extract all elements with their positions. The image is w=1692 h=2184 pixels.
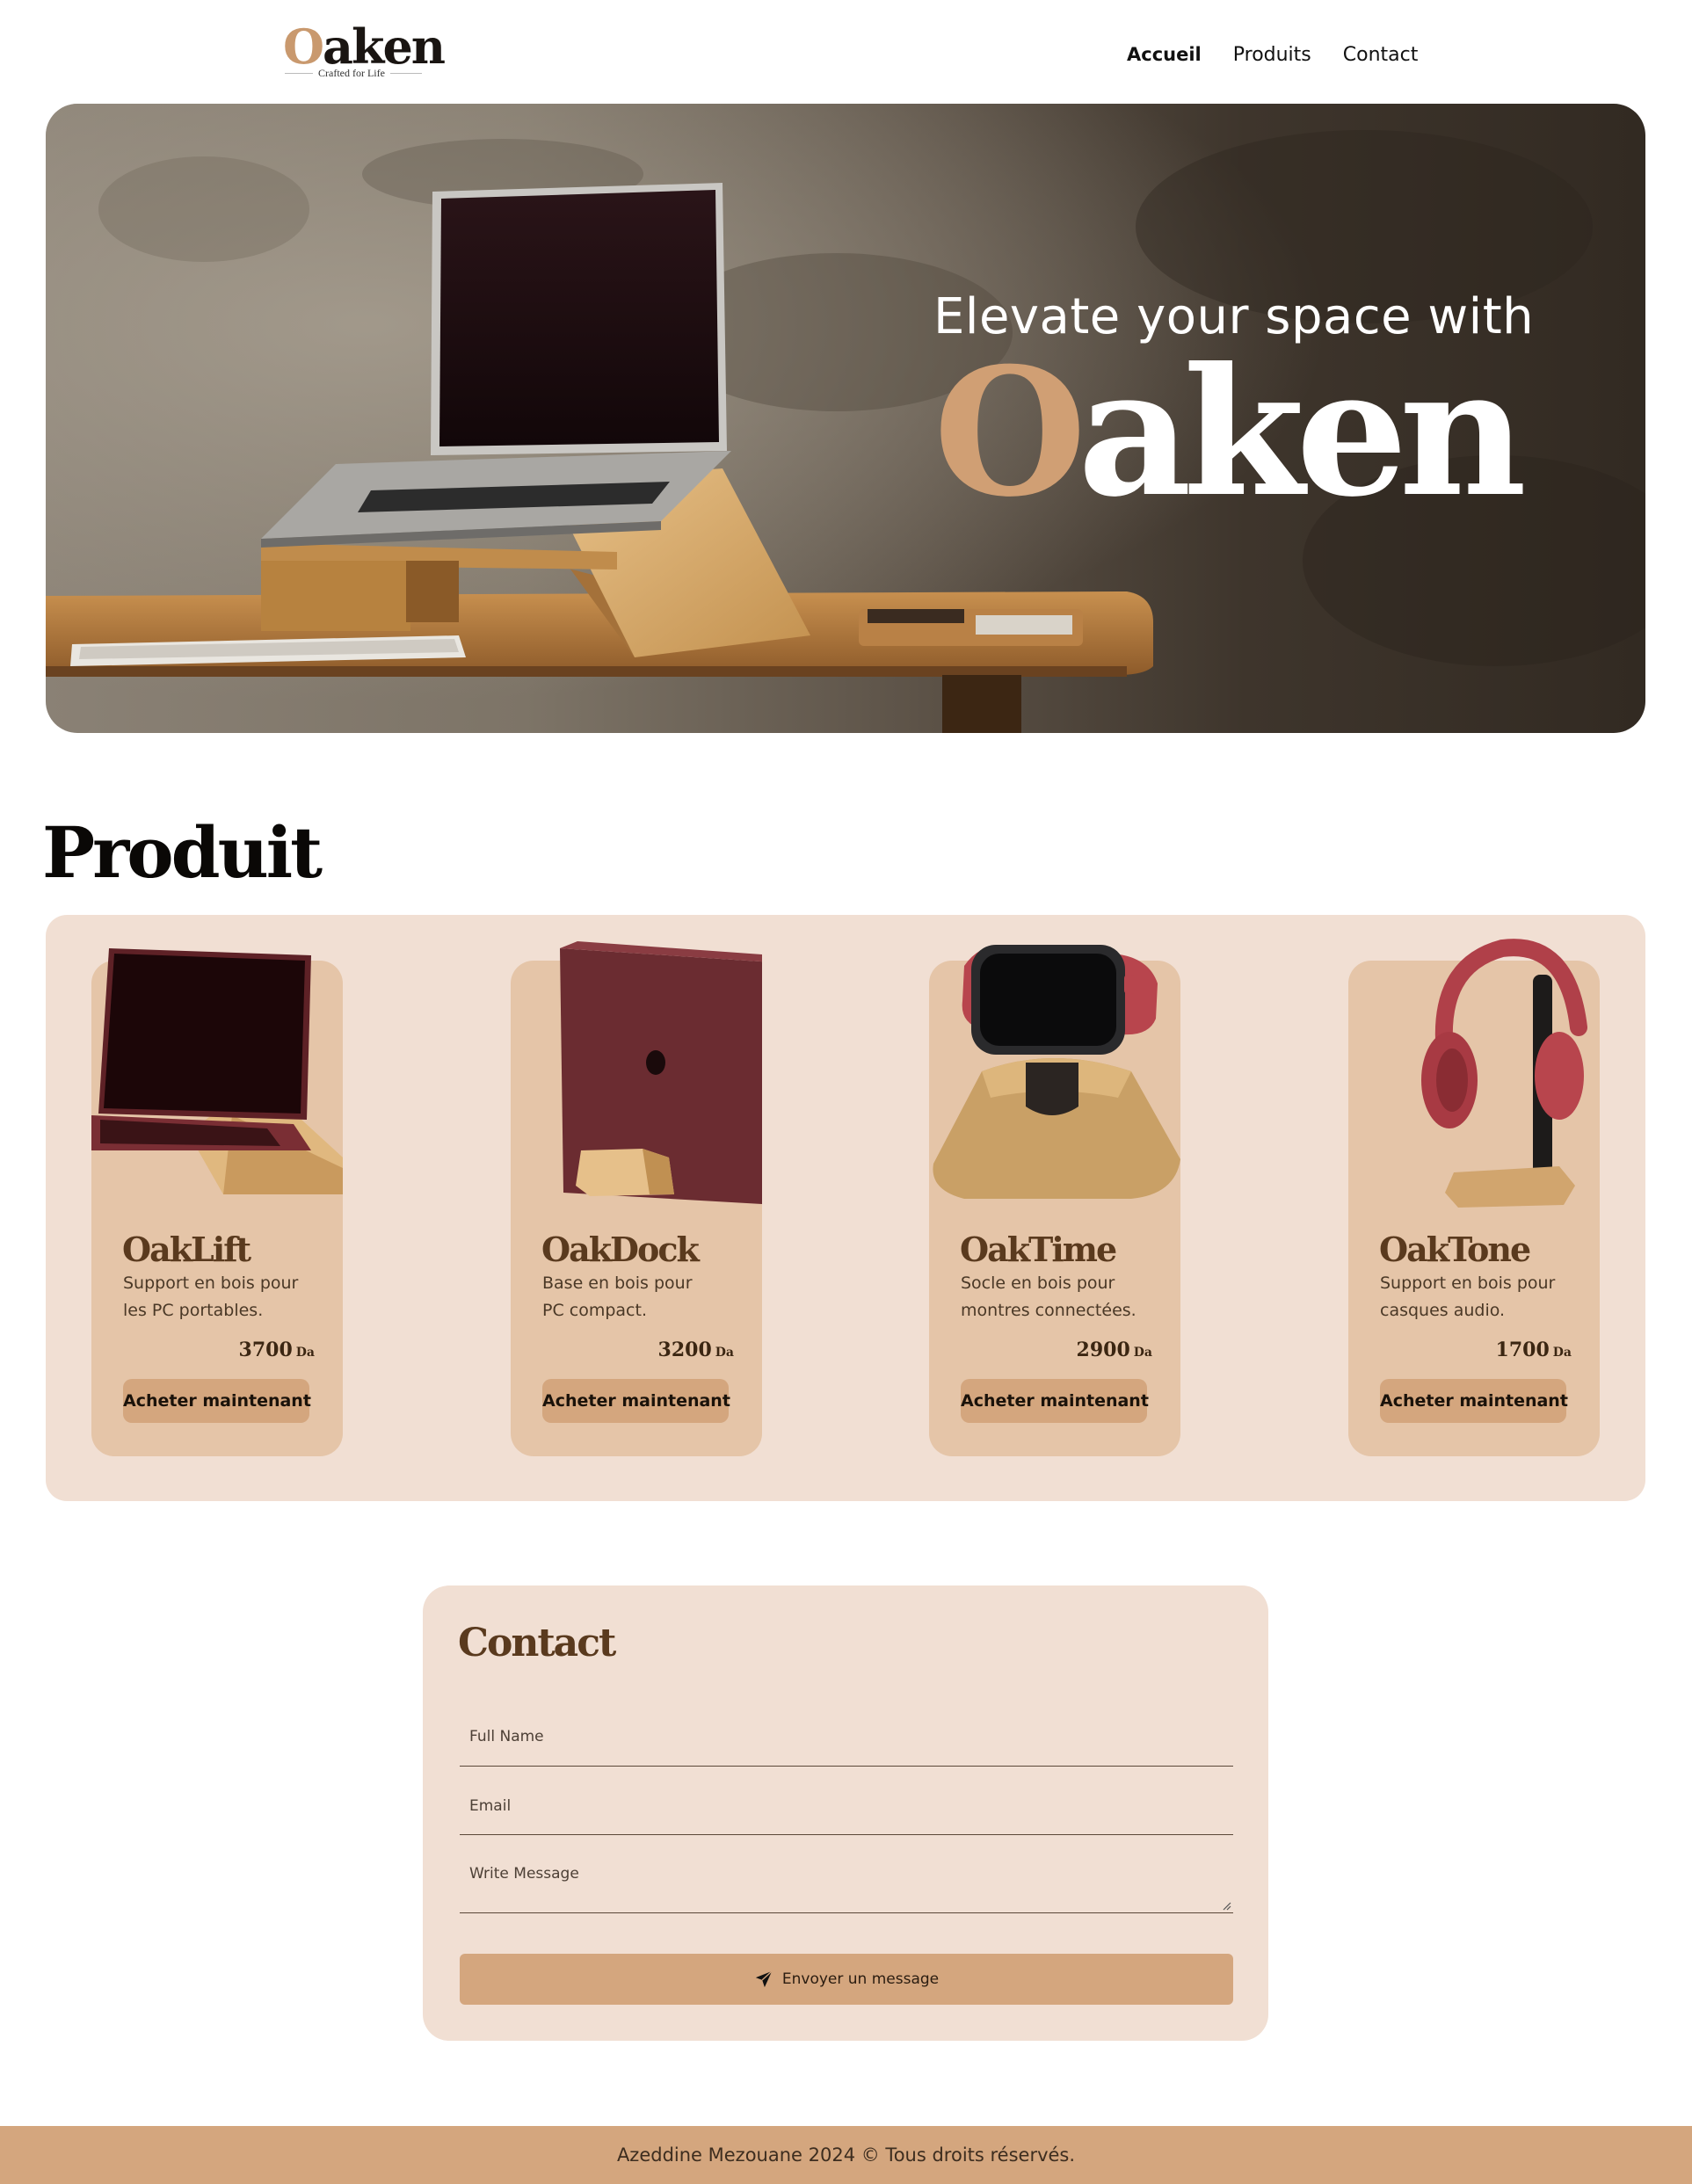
product-price: 2900 Da (1076, 1339, 1152, 1361)
hero-banner: Elevate your space with Oaken (46, 104, 1645, 733)
send-button-label: Envoyer un message (781, 1970, 940, 1988)
products-title: Produit (42, 811, 323, 894)
message-textarea[interactable] (460, 1846, 1233, 1912)
nav-item-contact[interactable]: Contact (1343, 44, 1419, 66)
site-footer: Azeddine Mezouane 2024 © Tous droits rés… (0, 2126, 1692, 2184)
product-description: Support en bois pour les PC portables. (123, 1273, 299, 1320)
fullname-input[interactable] (460, 1707, 1233, 1766)
logo[interactable]: Oaken Crafted for Life (283, 18, 446, 81)
product-description: Base en bois pour PC compact. (542, 1273, 693, 1320)
product-price: 1700 Da (1495, 1339, 1572, 1361)
logo-tagline: Crafted for Life (285, 67, 422, 79)
headphone-stand-image (1421, 939, 1587, 1208)
buy-button[interactable]: Acheter maintenant (1380, 1379, 1568, 1423)
fullname-field-wrapper (460, 1707, 1233, 1767)
email-field-wrapper (460, 1777, 1233, 1835)
buy-button[interactable]: Acheter maintenant (961, 1379, 1149, 1423)
hero-text: Elevate your space with Oaken (933, 288, 1601, 521)
nav-item-produits[interactable]: Produits (1233, 44, 1311, 66)
product-card: OakTime Socle en bois pour montres conne… (929, 945, 1180, 1456)
hero-brand-wordmark: Oaken (933, 330, 1527, 536)
product-card: OakTone Support en bois pour casques aud… (1348, 939, 1600, 1456)
message-field-wrapper (460, 1846, 1233, 1913)
buy-button[interactable]: Acheter maintenant (542, 1379, 730, 1423)
nav-item-accueil[interactable]: Accueil (1127, 44, 1202, 66)
product-card: OakLift Support en bois pour les PC port… (91, 948, 343, 1456)
main-nav: Accueil Produits Contact (1127, 44, 1418, 66)
resize-grip-icon[interactable] (1221, 1900, 1231, 1911)
product-name: OakTone (1379, 1230, 1531, 1269)
products-panel: OakLift Support en bois pour les PC port… (46, 915, 1645, 1501)
product-price: 3700 Da (238, 1339, 315, 1361)
product-description: Socle en bois pour montres connectées. (961, 1273, 1136, 1320)
send-message-button[interactable]: Envoyer un message (460, 1954, 1233, 2005)
buy-button[interactable]: Acheter maintenant (123, 1379, 311, 1423)
product-description: Support en bois pour casques audio. (1380, 1273, 1556, 1320)
product-name: OakLift (122, 1230, 251, 1269)
product-price: 3200 Da (657, 1339, 734, 1361)
product-name: OakTime (960, 1230, 1117, 1269)
site-header: Oaken Crafted for Life Accueil Produits … (0, 0, 1692, 104)
email-input[interactable] (460, 1777, 1233, 1834)
watch-stand-image (933, 945, 1180, 1199)
logo-wordmark: Oaken (283, 18, 446, 75)
laptop-stand-image (91, 948, 343, 1194)
product-card: OakDock Base en bois pour PC compact. 32… (511, 941, 762, 1456)
paper-plane-icon (755, 1970, 773, 1988)
footer-copyright: Azeddine Mezouane 2024 © Tous droits rés… (616, 2144, 1076, 2166)
laptop-dock-image (560, 941, 762, 1204)
contact-title: Contact (458, 1621, 616, 1665)
page: Oaken Crafted for Life Accueil Produits … (0, 0, 1692, 2184)
product-name: OakDock (541, 1230, 700, 1269)
contact-form: Contact Envoyer un message (423, 1585, 1268, 2041)
